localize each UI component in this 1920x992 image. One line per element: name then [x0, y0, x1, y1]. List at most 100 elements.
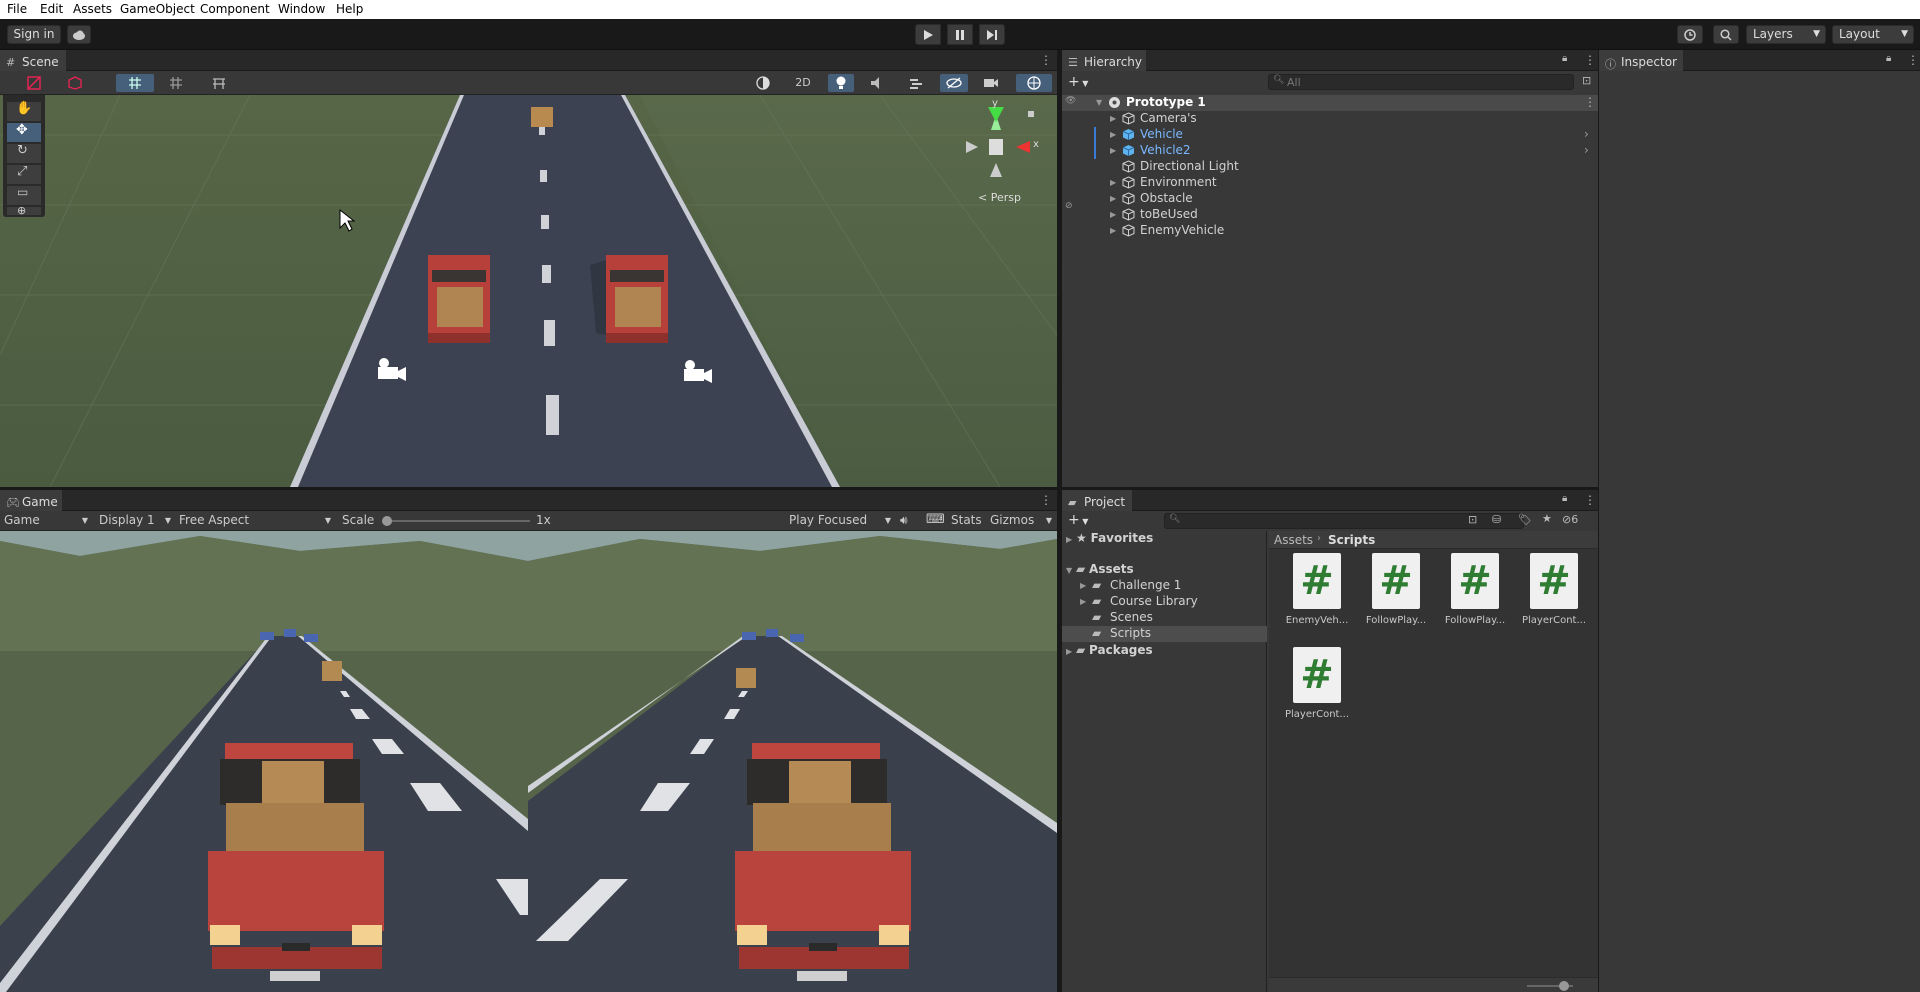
- grid-visibility-button[interactable]: [160, 74, 192, 92]
- rotate-tool-icon[interactable]: ↻: [17, 143, 28, 158]
- cloud-button[interactable]: [67, 25, 91, 44]
- scale-slider-handle[interactable]: [382, 516, 392, 526]
- hidden-objects-toggle[interactable]: [940, 74, 968, 92]
- open-prefab-icon[interactable]: ›: [1584, 127, 1589, 141]
- tab-game[interactable]: 🎮︎ Game: [0, 490, 62, 511]
- gizmos-select[interactable]: Gizmos ▼: [990, 513, 1052, 527]
- hidden-packages-toggle[interactable]: ⊘6: [1562, 513, 1578, 526]
- create-asset-button[interactable]: + ▼: [1068, 512, 1088, 528]
- hierarchy-item[interactable]: ▶ Camera's: [1062, 111, 1598, 127]
- audio-toggle-button[interactable]: [864, 74, 890, 92]
- lock-icon[interactable]: 🔒︎: [1886, 53, 1891, 64]
- gizmos-toggle-button[interactable]: [1016, 74, 1052, 92]
- scale-slider[interactable]: [382, 516, 530, 526]
- layers-dropdown[interactable]: Layers ▼: [1746, 25, 1826, 44]
- expand-arrow-icon[interactable]: ▶: [1110, 226, 1116, 235]
- expand-arrow-icon[interactable]: ▼: [1066, 566, 1072, 575]
- star-icon[interactable]: ★: [1542, 512, 1552, 525]
- layout-dropdown[interactable]: Layout ▼: [1832, 25, 1914, 44]
- grid-snap-button[interactable]: [116, 74, 154, 92]
- script-asset[interactable]: # FollowPlay...: [1435, 553, 1515, 643]
- hierarchy-item[interactable]: › ▶ Vehicle: [1062, 127, 1598, 143]
- folder-item-course-library[interactable]: ▶ ▰ Course Library: [1062, 594, 1267, 610]
- game-view-select[interactable]: Game ▼: [4, 513, 88, 527]
- increment-snap-button[interactable]: [202, 74, 236, 92]
- hierarchy-root-row[interactable]: ▼ Prototype 1 ⋮: [1062, 95, 1598, 111]
- search-options-icon[interactable]: ⊡: [1582, 74, 1591, 87]
- scale-tool-icon[interactable]: ⤢: [17, 164, 27, 179]
- folder-item-scripts[interactable]: ▰ Scripts: [1062, 626, 1267, 642]
- stats-button[interactable]: Stats: [951, 513, 982, 527]
- expand-arrow-icon[interactable]: ▶: [1066, 647, 1072, 656]
- render-mode-button[interactable]: [58, 74, 92, 92]
- filter-icon[interactable]: ⛁: [1492, 513, 1501, 526]
- assets-row[interactable]: ▼ ▰ Assets: [1066, 562, 1134, 578]
- transform-tool-icon[interactable]: ⊕: [17, 204, 26, 217]
- expand-arrow-icon[interactable]: ▼: [1096, 98, 1102, 107]
- lighting-overlay-button[interactable]: [744, 74, 782, 92]
- hierarchy-item[interactable]: ▶ Environment: [1062, 175, 1598, 191]
- more-options-icon[interactable]: ⋮: [1907, 53, 1919, 67]
- expand-arrow-icon[interactable]: ▶: [1110, 146, 1116, 155]
- search-button[interactable]: [1713, 25, 1739, 44]
- history-button[interactable]: [1677, 25, 1703, 44]
- rect-tool-icon[interactable]: ▭: [17, 185, 28, 199]
- hand-tool-icon[interactable]: ✋: [16, 101, 32, 116]
- tab-hierarchy[interactable]: ☰ Hierarchy: [1062, 50, 1146, 71]
- hierarchy-item[interactable]: ▶ Obstacle: [1062, 191, 1598, 207]
- expand-arrow-icon[interactable]: ▶: [1080, 597, 1086, 606]
- menu-help[interactable]: Help: [336, 2, 363, 16]
- more-options-icon[interactable]: ⋮: [1040, 493, 1052, 507]
- breadcrumb-scripts[interactable]: Scripts: [1328, 533, 1375, 547]
- lighting-toggle-button[interactable]: [828, 74, 854, 92]
- hierarchy-item[interactable]: ▶ EnemyVehicle: [1062, 223, 1598, 239]
- vertical-splitter[interactable]: [1057, 50, 1062, 992]
- aspect-select[interactable]: Free Aspect ▼: [179, 513, 331, 527]
- effects-button[interactable]: [898, 74, 934, 92]
- script-asset[interactable]: # FollowPlay...: [1356, 553, 1436, 643]
- hierarchy-item[interactable]: › ▶ Vehicle2: [1062, 143, 1598, 159]
- icon-size-slider[interactable]: [1527, 981, 1573, 991]
- label-icon[interactable]: 🏷︎: [1518, 513, 1532, 526]
- folder-item-scenes[interactable]: ▰ Scenes: [1062, 610, 1267, 626]
- script-asset[interactable]: # PlayerCont...: [1514, 553, 1594, 643]
- expand-arrow-icon[interactable]: ▶: [1110, 210, 1116, 219]
- more-options-icon[interactable]: ⋮: [1040, 53, 1052, 67]
- play-button[interactable]: [915, 24, 941, 45]
- favorites-row[interactable]: ▶ ★ Favorites: [1066, 531, 1153, 547]
- icon-size-slider-handle[interactable]: [1559, 981, 1569, 991]
- pause-button[interactable]: [947, 24, 973, 45]
- draw-mode-button[interactable]: [18, 74, 50, 92]
- script-asset[interactable]: # EnemyVeh...: [1277, 553, 1357, 643]
- menu-assets[interactable]: Assets: [73, 2, 112, 16]
- mode-2d-button[interactable]: 2D: [790, 74, 816, 92]
- add-button[interactable]: + ▼: [1068, 74, 1088, 90]
- tab-inspector[interactable]: ⓘ Inspector: [1599, 50, 1683, 71]
- menu-window[interactable]: Window: [278, 2, 325, 16]
- step-button[interactable]: [979, 24, 1005, 45]
- game-viewport[interactable]: [0, 531, 1057, 992]
- menu-edit[interactable]: Edit: [40, 2, 63, 16]
- expand-arrow-icon[interactable]: ▶: [1066, 535, 1072, 544]
- more-options-icon[interactable]: ⋮: [1584, 53, 1596, 67]
- menu-file[interactable]: File: [7, 2, 27, 16]
- tab-project[interactable]: ▰ Project: [1062, 490, 1132, 511]
- script-asset[interactable]: # PlayerCont...: [1277, 647, 1357, 737]
- folder-item-challenge-1[interactable]: ▶ ▰ Challenge 1: [1062, 578, 1267, 594]
- expand-arrow-icon[interactable]: ▶: [1080, 581, 1086, 590]
- lock-icon[interactable]: 🔒︎: [1562, 493, 1567, 504]
- keyboard-icon[interactable]: ⌨: [926, 512, 945, 527]
- packages-row[interactable]: ▶ ▰ Packages: [1066, 643, 1153, 659]
- hierarchy-item[interactable]: ▶ toBeUsed: [1062, 207, 1598, 223]
- expand-arrow-icon[interactable]: ▶: [1110, 130, 1116, 139]
- breadcrumb-assets[interactable]: Assets: [1274, 533, 1313, 547]
- scene-viewport[interactable]: ✋ ✥ ↻ ⤢ ▭ ⊕ y x < Persp: [0, 95, 1057, 487]
- open-prefab-icon[interactable]: ›: [1584, 143, 1589, 157]
- sign-in-button[interactable]: Sign in: [7, 25, 61, 44]
- lock-icon[interactable]: 🔒︎: [1562, 53, 1567, 64]
- camera-settings-button[interactable]: [974, 74, 1008, 92]
- horizontal-splitter[interactable]: [0, 487, 1598, 490]
- tab-scene[interactable]: # Scene: [0, 50, 66, 71]
- vertical-splitter[interactable]: [1598, 50, 1599, 992]
- more-options-icon[interactable]: ⋮: [1584, 95, 1596, 109]
